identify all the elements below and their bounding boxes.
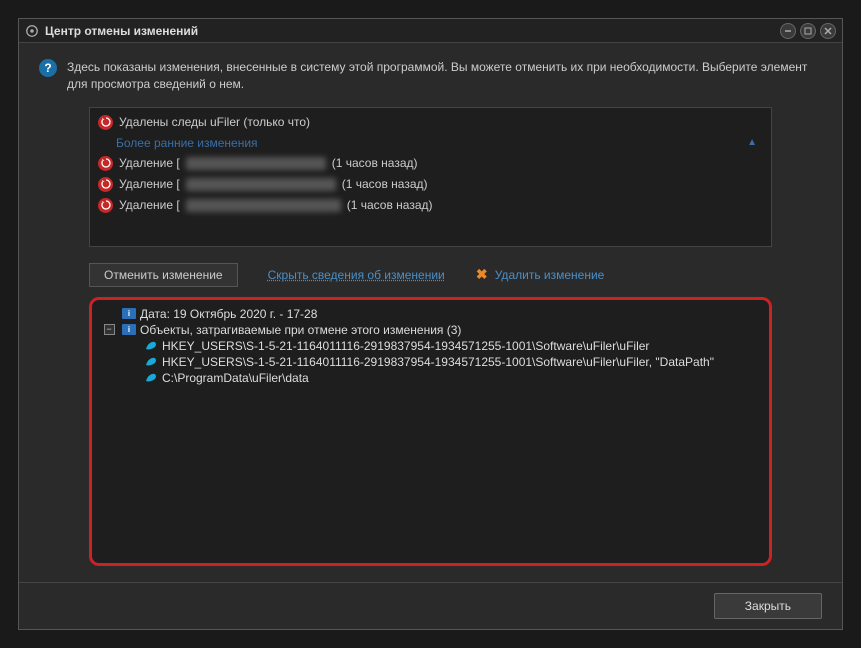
delete-x-icon: ✖ [475, 268, 489, 282]
minus-icon: − [104, 324, 115, 335]
undo-icon [98, 115, 113, 130]
close-button[interactable]: Закрыть [714, 593, 822, 619]
help-icon: ? [39, 59, 57, 77]
action-row: Отменить изменение Скрыть сведения об из… [89, 263, 772, 287]
undo-icon [98, 156, 113, 171]
registry-icon [144, 339, 158, 353]
undo-icon [98, 198, 113, 213]
change-item[interactable]: Удаление [ (1 часов назад) [90, 195, 771, 216]
change-prefix: Удаление [ [119, 156, 180, 170]
info-text: Здесь показаны изменения, внесенные в си… [67, 59, 822, 93]
changes-list: Удалены следы uFiler (только что) Более … [89, 107, 772, 247]
change-suffix: (1 часов назад) [347, 198, 433, 212]
change-item-recent[interactable]: Удалены следы uFiler (только что) [90, 112, 771, 133]
tree-path-row[interactable]: C:\ProgramData\uFiler\data [100, 370, 761, 386]
tree-date-row[interactable]: i Дата: 19 Октябрь 2020 г. - 17-28 [100, 306, 761, 322]
change-item[interactable]: Удаление [ (1 часов назад) [90, 174, 771, 195]
folder-icon [144, 371, 158, 385]
redacted-text [186, 199, 341, 212]
tree-path-row[interactable]: HKEY_USERS\S-1-5-21-1164011116-291983795… [100, 354, 761, 370]
undo-center-window: Центр отмены изменений ? Здесь показаны … [18, 18, 843, 630]
objects-label: Объекты, затрагиваемые при отмене этого … [140, 323, 461, 337]
delete-change-link[interactable]: ✖ Удалить изменение [475, 268, 605, 282]
change-item[interactable]: Удаление [ (1 часов назад) [90, 153, 771, 174]
change-suffix: (1 часов назад) [342, 177, 428, 191]
registry-icon [144, 355, 158, 369]
footer: Закрыть [19, 582, 842, 629]
undo-change-button[interactable]: Отменить изменение [89, 263, 238, 287]
change-label: Удалены следы uFiler (только что) [119, 115, 310, 129]
delete-change-label: Удалить изменение [495, 268, 605, 282]
app-icon [25, 24, 39, 38]
path-text: HKEY_USERS\S-1-5-21-1164011116-291983795… [162, 339, 649, 353]
hide-details-link[interactable]: Скрыть сведения об изменении [268, 268, 445, 282]
info-badge-icon: i [122, 324, 136, 335]
close-window-button[interactable] [820, 23, 836, 39]
path-text: HKEY_USERS\S-1-5-21-1164011116-291983795… [162, 355, 714, 369]
window-title: Центр отмены изменений [45, 24, 776, 38]
date-label: Дата: 19 Октябрь 2020 г. - 17-28 [140, 307, 317, 321]
change-prefix: Удаление [ [119, 198, 180, 212]
content-area: ? Здесь показаны изменения, внесенные в … [19, 43, 842, 582]
change-suffix: (1 часов назад) [332, 156, 418, 170]
details-panel: i Дата: 19 Октябрь 2020 г. - 17-28 − i О… [89, 297, 772, 566]
chevron-up-icon: ▲ [747, 137, 757, 148]
redacted-text [186, 157, 326, 170]
info-badge-icon: i [122, 308, 136, 319]
undo-icon [98, 177, 113, 192]
tree-objects-row[interactable]: − i Объекты, затрагиваемые при отмене эт… [100, 322, 761, 338]
earlier-changes-header[interactable]: Более ранние изменения ▲ [90, 133, 771, 153]
redacted-text [186, 178, 336, 191]
tree-path-row[interactable]: HKEY_USERS\S-1-5-21-1164011116-291983795… [100, 338, 761, 354]
earlier-header-text: Более ранние изменения [116, 136, 258, 150]
tree-expander[interactable]: − [100, 324, 118, 335]
minimize-button[interactable] [780, 23, 796, 39]
info-row: ? Здесь показаны изменения, внесенные в … [39, 59, 822, 93]
path-text: C:\ProgramData\uFiler\data [162, 371, 309, 385]
maximize-button[interactable] [800, 23, 816, 39]
change-prefix: Удаление [ [119, 177, 180, 191]
titlebar: Центр отмены изменений [19, 19, 842, 43]
